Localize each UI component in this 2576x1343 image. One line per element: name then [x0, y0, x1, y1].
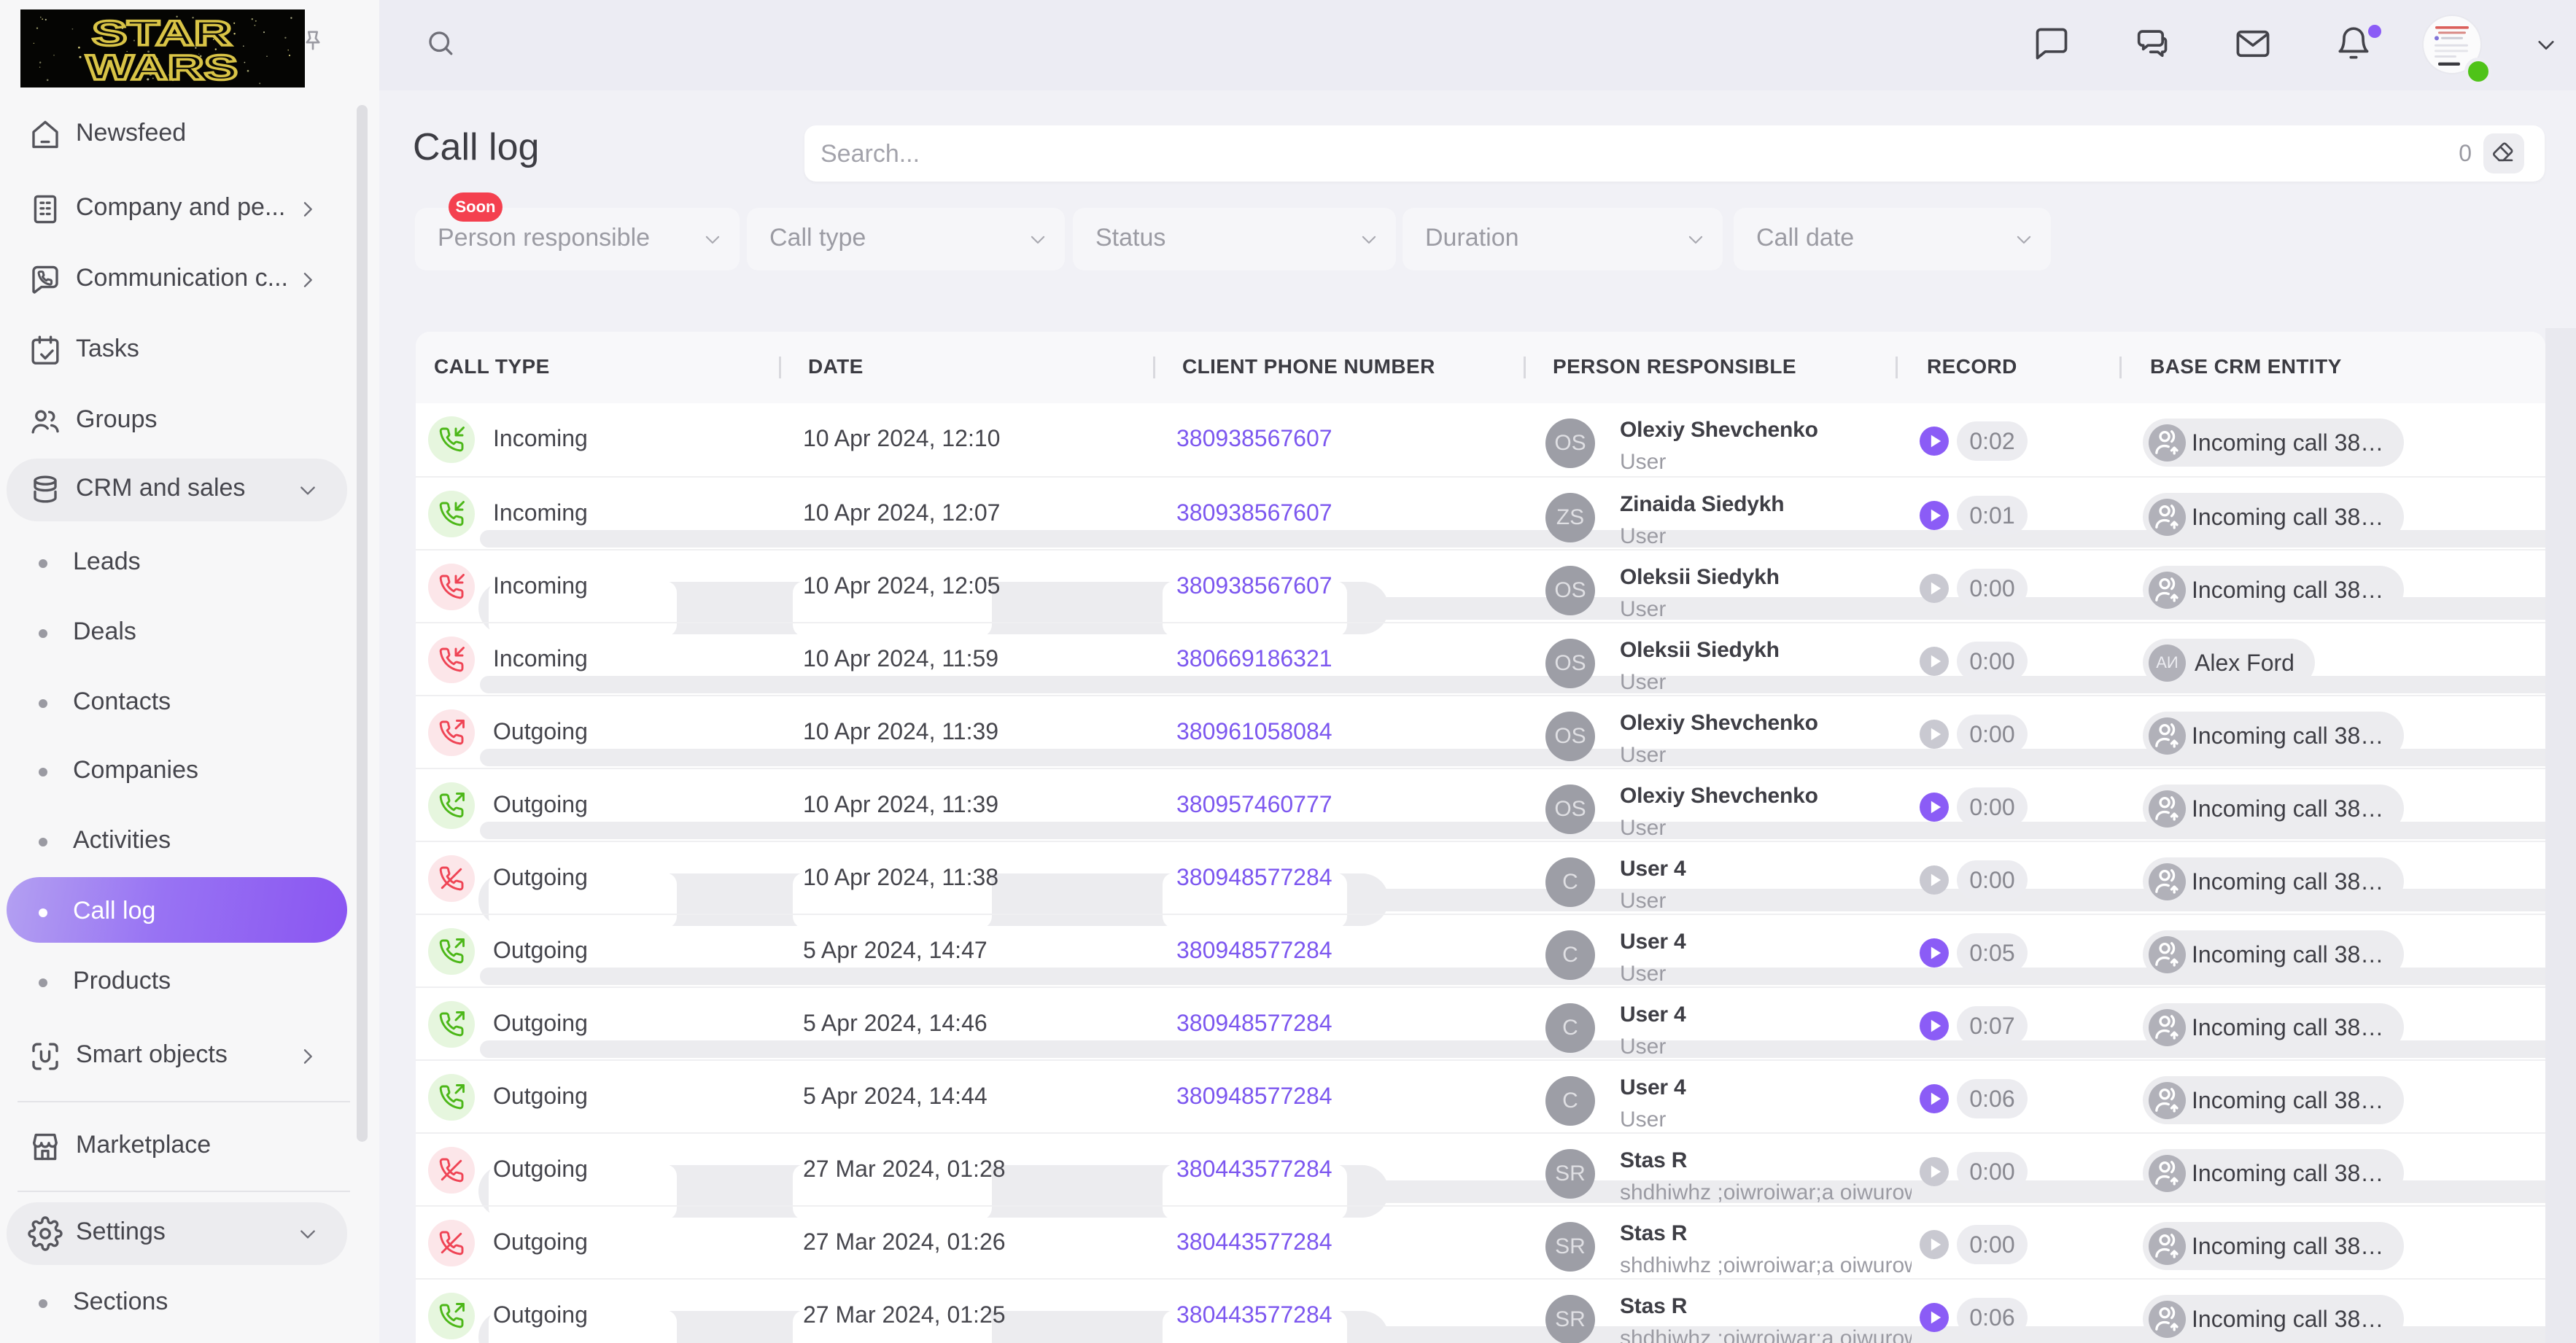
svg-text:WARS: WARS	[86, 49, 238, 87]
svg-text:STAR: STAR	[92, 15, 232, 53]
